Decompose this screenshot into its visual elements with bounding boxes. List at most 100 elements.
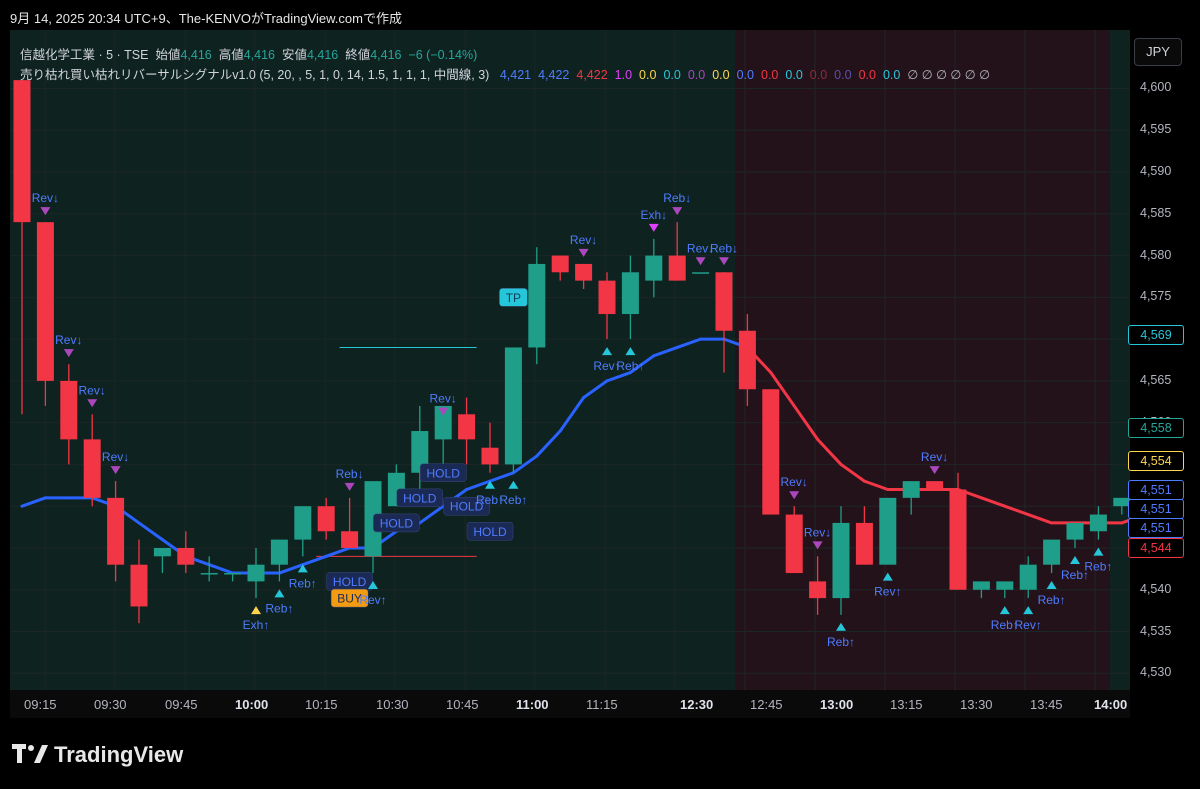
- signal-label: Rev↓: [781, 475, 808, 489]
- price-badge: 4,551: [1128, 480, 1184, 500]
- candle-body: [809, 581, 827, 599]
- signal-label: Rev↓: [102, 450, 129, 464]
- signal-label: Reb↑: [1038, 593, 1066, 607]
- close-label: 終値: [345, 48, 371, 62]
- price-chart[interactable]: HOLDBUYHOLDHOLDHOLDHOLDHOLDTPRev↓Rev↓Rev…: [10, 30, 1130, 690]
- brand-name: TradingView: [54, 742, 184, 767]
- candle-body: [224, 573, 242, 575]
- candle-body: [294, 506, 312, 540]
- candle-body: [153, 547, 171, 557]
- indicator-value: 0.0: [663, 68, 681, 82]
- indicator-value: 0.0: [858, 68, 876, 82]
- candle-body: [621, 272, 639, 315]
- signal-label: Reb↑: [827, 635, 855, 649]
- indicator-legend: 売り枯れ買い枯れリバーサルシグナルv1.0 (5, 20, , 5, 1, 0,…: [20, 64, 990, 83]
- candle-body: [575, 263, 593, 281]
- signal-box-label: HOLD: [427, 466, 461, 480]
- price-badge: 4,554: [1128, 451, 1184, 471]
- candle-body: [715, 272, 733, 331]
- signal-label: Exh↓: [640, 208, 667, 222]
- signal-box-label: HOLD: [403, 491, 437, 505]
- close-value: 4,416: [370, 48, 402, 62]
- candle-body: [832, 522, 850, 599]
- signal-label: Rev↑: [1015, 618, 1042, 632]
- indicator-value: 1.0: [614, 68, 633, 82]
- time-tick: 09:30: [94, 697, 127, 712]
- signal-label: Reb↑: [616, 359, 644, 373]
- signal-label: Reb↑: [289, 576, 317, 590]
- signal-label: Reb↓: [710, 241, 738, 255]
- low-value: 4,416: [306, 48, 339, 62]
- time-tick: 10:15: [305, 697, 338, 712]
- signal-label: Rev↓: [921, 450, 948, 464]
- candle-body: [949, 489, 967, 590]
- indicator-value: 0.0: [639, 68, 657, 82]
- candle-body: [60, 380, 78, 440]
- time-tick: 14:00: [1094, 697, 1128, 712]
- signal-label: Rev↑: [874, 585, 901, 599]
- price-axis[interactable]: 4,5304,5354,5404,5454,5504,5554,5604,565…: [1128, 30, 1200, 690]
- candle-body: [692, 272, 710, 274]
- signal-label: Reb↓: [663, 191, 691, 205]
- candle-body: [481, 447, 499, 465]
- signal-box-label: TP: [506, 291, 521, 305]
- signal-label: Reb↑: [265, 601, 293, 615]
- signal-label: Rev↓: [804, 525, 831, 539]
- time-tick: 09:15: [24, 697, 57, 712]
- signal-label: Rev↑: [359, 593, 386, 607]
- indicator-values: 4,421 4,422 4,422 1.0 0.0 0.0 0.0 0.0 0.0 0.0 0.0 0…: [493, 68, 990, 82]
- price-badge: 4,558: [1128, 418, 1184, 438]
- candle-body: [36, 222, 54, 381]
- indicator-value: 0.0: [882, 68, 901, 82]
- price-badge: 4,569: [1128, 325, 1184, 345]
- candle-body: [504, 347, 522, 465]
- candle-body: [107, 497, 125, 565]
- indicator-value: 4,422: [538, 68, 570, 82]
- indicator-value: 0.0: [761, 68, 779, 82]
- candle-body: [1066, 522, 1084, 540]
- candle-body: [668, 255, 686, 281]
- indicator-value: 0.0: [712, 68, 730, 82]
- header-text: 9月 14, 2025 20:34 UTC+9、The-KENVOがTradin…: [10, 11, 402, 26]
- indicator-label[interactable]: 売り枯れ買い枯れリバーサルシグナルv1.0 (5, 20, , 5, 1, 0,…: [20, 68, 489, 82]
- symbol-label[interactable]: 信越化学工業 · 5 · TSE: [20, 48, 148, 62]
- bearish-zone-bg: [735, 30, 1110, 690]
- open-label: 始値: [155, 48, 181, 62]
- candle-body: [458, 414, 476, 440]
- candle-body: [738, 330, 756, 390]
- signal-label: Rev↓: [570, 233, 597, 247]
- time-tick: 11:15: [586, 697, 618, 712]
- indicator-value: 0.0: [736, 68, 754, 82]
- signal-label: Exh↑: [243, 618, 270, 632]
- candle-body: [200, 573, 218, 575]
- tradingview-logo-icon: [12, 744, 48, 763]
- signal-label: Rev↓: [32, 191, 59, 205]
- top-bar: 9月 14, 2025 20:34 UTC+9、The-KENVOがTradin…: [0, 0, 1200, 30]
- time-tick: 10:30: [376, 697, 409, 712]
- time-tick: 13:45: [1030, 697, 1063, 712]
- candle-body: [317, 506, 335, 532]
- chart-pane[interactable]: HOLD BUY HOLD HOLD HOLD HOLD HOLD TP Rev↓ Rev↓ Rev…: [10, 30, 1130, 690]
- candle-body: [83, 439, 101, 498]
- indicator-value: 0.0: [834, 68, 852, 82]
- price-tick: 4,540: [1140, 581, 1172, 596]
- candle-body: [247, 564, 265, 582]
- bullish-zone-bg: [1110, 30, 1130, 690]
- ohlc-legend: 信越化学工業 · 5 · TSE 始値4,416 高値4,416 安値4,416…: [20, 44, 477, 63]
- indicator-value: 0.0: [687, 68, 706, 82]
- candle-body: [551, 255, 569, 273]
- candle-body: [528, 263, 546, 348]
- time-tick: 10:45: [446, 697, 479, 712]
- candle-body: [902, 481, 920, 498]
- indicator-value: 0.0: [809, 68, 828, 82]
- time-tick: 11:00: [516, 697, 549, 712]
- price-badge: 4,551: [1128, 518, 1184, 538]
- currency-button[interactable]: JPY: [1134, 38, 1182, 66]
- price-tick: 4,590: [1140, 164, 1172, 179]
- candle-body: [855, 522, 873, 565]
- time-tick: 13:00: [820, 697, 854, 712]
- price-tick: 4,575: [1140, 289, 1172, 304]
- indicator-value: ∅ ∅ ∅ ∅ ∅ ∅: [907, 68, 991, 82]
- price-badge: 4,544: [1128, 538, 1184, 558]
- candle-body: [1089, 514, 1107, 532]
